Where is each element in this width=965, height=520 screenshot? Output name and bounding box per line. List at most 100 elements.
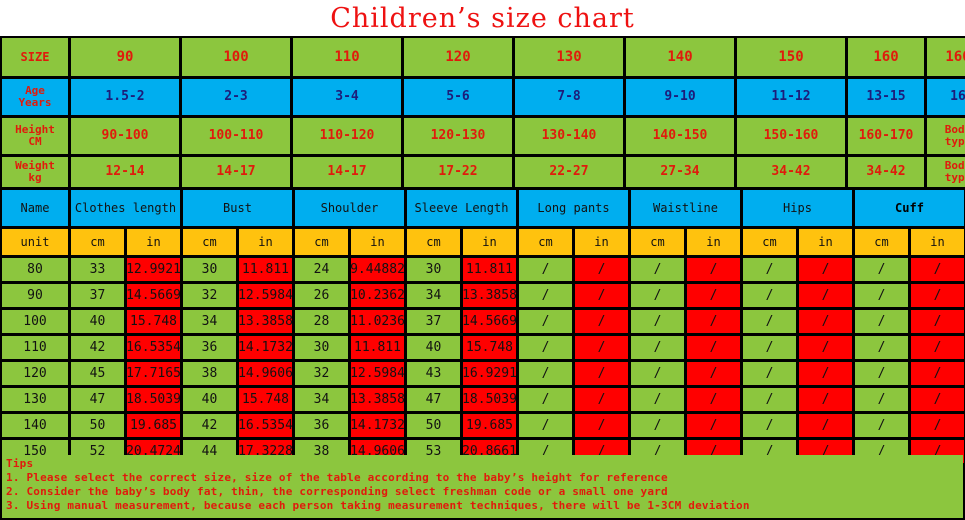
- data-cell-r4-c6: 43: [407, 362, 460, 385]
- measure-group-7: Cuff: [855, 190, 964, 226]
- age-value-1: 2-3: [182, 79, 290, 115]
- data-cell-r2-c4: 28: [295, 310, 348, 333]
- data-cell-r3-c6: 40: [407, 336, 460, 359]
- data-cell-r6-c14: /: [855, 414, 908, 437]
- data-cell-r5-c15: /: [911, 388, 964, 411]
- data-cell-r0-c5: 9.44882: [351, 258, 404, 281]
- data-cell-r0-c4: 24: [295, 258, 348, 281]
- age-value-7: 13-15: [848, 79, 924, 115]
- data-cell-r6-c4: 36: [295, 414, 348, 437]
- height-value-7: 160-170: [848, 118, 924, 154]
- measure-group-4: Long pants: [519, 190, 628, 226]
- unit-header-5: in: [351, 229, 404, 255]
- height-value-8: Body type: [927, 118, 965, 154]
- weight-value-7: 34-42: [848, 157, 924, 187]
- data-cell-r6-c13: /: [799, 414, 852, 437]
- data-cell-r0-c8: /: [519, 258, 572, 281]
- tips-line-1: 1. Please select the correct size, size …: [6, 471, 668, 484]
- measure-group-0: Clothes length: [71, 190, 180, 226]
- weight-row-label: Weight kg: [2, 157, 68, 187]
- unit-header-0: cm: [71, 229, 124, 255]
- weight-value-3: 17-22: [404, 157, 512, 187]
- height-value-4: 130-140: [515, 118, 623, 154]
- data-cell-r0-c12: /: [743, 258, 796, 281]
- data-cell-r4-c9: /: [575, 362, 628, 385]
- data-cell-r5-c13: /: [799, 388, 852, 411]
- data-cell-r2-c11: /: [687, 310, 740, 333]
- data-cell-r2-c8: /: [519, 310, 572, 333]
- size-chart-page: Children’s size chart SIZE 90 100 110 120 130…: [0, 0, 965, 520]
- data-cell-r3-c13: /: [799, 336, 852, 359]
- measure-group-1: Bust: [183, 190, 292, 226]
- data-cell-r3-c5: 11.811: [351, 336, 404, 359]
- data-cell-r1-c8: /: [519, 284, 572, 307]
- data-cell-r3-c7: 15.748: [463, 336, 516, 359]
- data-cell-r4-c0: 45: [71, 362, 124, 385]
- data-cell-r4-c11: /: [687, 362, 740, 385]
- height-value-2: 110-120: [293, 118, 401, 154]
- data-cell-r4-c13: /: [799, 362, 852, 385]
- weight-value-2: 14-17: [293, 157, 401, 187]
- unit-header-3: in: [239, 229, 292, 255]
- data-cell-r6-c11: /: [687, 414, 740, 437]
- age-value-8: 16: [927, 79, 965, 115]
- data-cell-r5-c7: 18.5039: [463, 388, 516, 411]
- data-cell-r6-c2: 42: [183, 414, 236, 437]
- data-cell-r6-c9: /: [575, 414, 628, 437]
- data-cell-r3-c8: /: [519, 336, 572, 359]
- data-cell-r1-c0: 37: [71, 284, 124, 307]
- age-value-0: 1.5-2: [71, 79, 179, 115]
- data-cell-r1-c7: 13.3858: [463, 284, 516, 307]
- name-row-label: Name: [2, 190, 68, 226]
- data-cell-r0-c14: /: [855, 258, 908, 281]
- data-cell-r2-c1: 15.748: [127, 310, 180, 333]
- data-cell-r2-c6: 37: [407, 310, 460, 333]
- size-value-2: 110: [293, 38, 401, 76]
- unit-header-6: cm: [407, 229, 460, 255]
- weight-value-8: Body type: [927, 157, 965, 187]
- data-cell-r3-c11: /: [687, 336, 740, 359]
- weight-value-0: 12-14: [71, 157, 179, 187]
- data-cell-r6-c0: 50: [71, 414, 124, 437]
- height-value-3: 120-130: [404, 118, 512, 154]
- age-value-5: 9-10: [626, 79, 734, 115]
- data-cell-r2-c12: /: [743, 310, 796, 333]
- data-cell-r0-c10: /: [631, 258, 684, 281]
- size-value-5: 140: [626, 38, 734, 76]
- age-value-2: 3-4: [293, 79, 401, 115]
- data-cell-r1-c10: /: [631, 284, 684, 307]
- unit-header-8: cm: [519, 229, 572, 255]
- data-cell-r0-c9: /: [575, 258, 628, 281]
- row-label-1: 90: [2, 284, 68, 307]
- data-cell-r6-c5: 14.1732: [351, 414, 404, 437]
- data-cell-r3-c12: /: [743, 336, 796, 359]
- data-cell-r0-c2: 30: [183, 258, 236, 281]
- data-cell-r0-c13: /: [799, 258, 852, 281]
- data-cell-r4-c15: /: [911, 362, 964, 385]
- age-label-line2: Years: [18, 96, 52, 109]
- size-value-8: 160: [927, 38, 965, 76]
- data-cell-r6-c8: /: [519, 414, 572, 437]
- row-label-3: 110: [2, 336, 68, 359]
- data-cell-r4-c5: 12.5984: [351, 362, 404, 385]
- data-cell-r2-c9: /: [575, 310, 628, 333]
- data-cell-r0-c0: 33: [71, 258, 124, 281]
- height-value-6: 150-160: [737, 118, 845, 154]
- data-cell-r3-c14: /: [855, 336, 908, 359]
- height-row-label: Height CM: [2, 118, 68, 154]
- height-value-1: 100-110: [182, 118, 290, 154]
- data-cell-r5-c0: 47: [71, 388, 124, 411]
- height-value-5: 140-150: [626, 118, 734, 154]
- age-value-3: 5-6: [404, 79, 512, 115]
- data-cell-r0-c3: 11.811: [239, 258, 292, 281]
- row-label-2: 100: [2, 310, 68, 333]
- data-cell-r5-c2: 40: [183, 388, 236, 411]
- data-cell-r5-c8: /: [519, 388, 572, 411]
- data-cell-r0-c1: 12.9921: [127, 258, 180, 281]
- data-cell-r5-c10: /: [631, 388, 684, 411]
- data-cell-r6-c12: /: [743, 414, 796, 437]
- size-value-0: 90: [71, 38, 179, 76]
- unit-header-12: cm: [743, 229, 796, 255]
- unit-header-1: in: [127, 229, 180, 255]
- data-cell-r4-c8: /: [519, 362, 572, 385]
